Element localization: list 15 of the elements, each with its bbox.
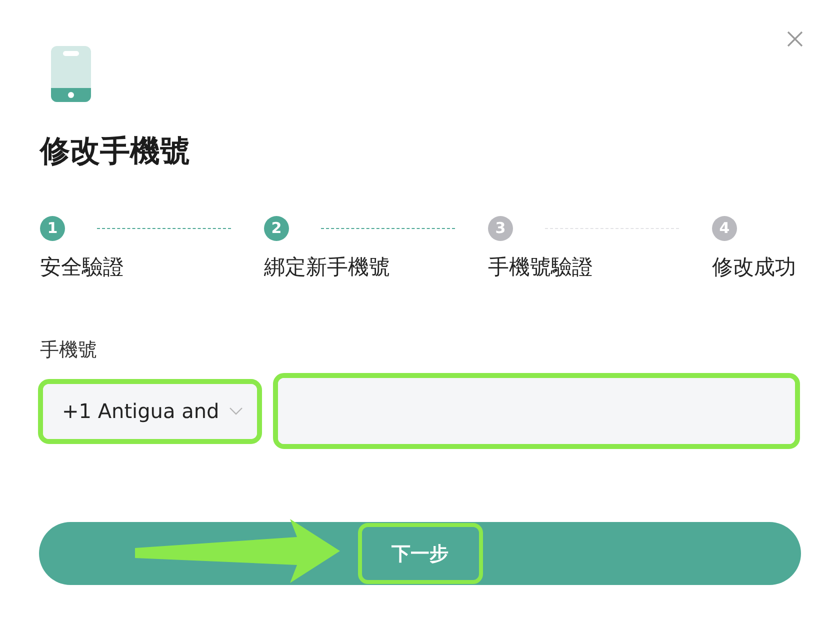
country-code-select[interactable]: +1 Antigua and (43, 384, 257, 438)
dialog-title: 修改手機號 (40, 133, 191, 171)
step-label: 手機號驗證 (488, 254, 594, 281)
step-number: 4 (712, 216, 737, 240)
step-label: 修改成功 (712, 254, 797, 281)
field-label: 手機號 (40, 338, 98, 363)
close-icon (786, 30, 804, 48)
step-number: 3 (488, 216, 513, 240)
step-label: 綁定新手機號 (264, 254, 391, 281)
step-label: 安全驗證 (40, 254, 125, 281)
step-number: 2 (264, 216, 289, 240)
chevron-down-icon (229, 407, 243, 415)
phone-icon (51, 46, 91, 102)
step-number: 1 (40, 216, 65, 240)
close-button[interactable] (786, 30, 804, 48)
